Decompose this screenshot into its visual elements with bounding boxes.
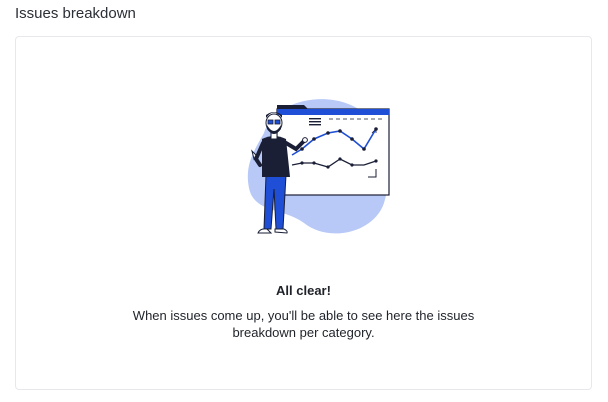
section-title: Issues breakdown: [15, 5, 136, 22]
issues-breakdown-panel: All clear! When issues come up, you'll b…: [15, 36, 592, 390]
empty-state-title: All clear!: [276, 283, 331, 298]
empty-state-illustration: [247, 99, 390, 234]
empty-state-description: When issues come up, you'll be able to s…: [132, 308, 475, 340]
